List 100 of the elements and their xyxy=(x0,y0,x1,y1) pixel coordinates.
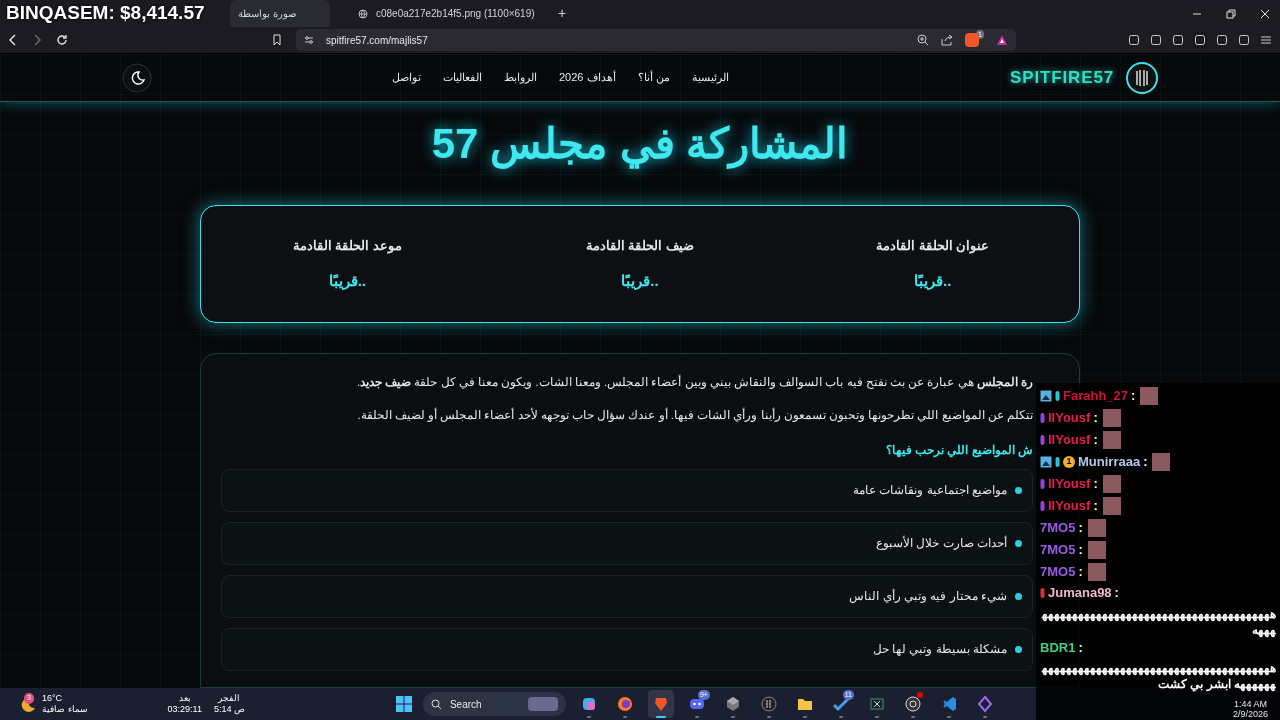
chat-username: Farahh_27 xyxy=(1063,387,1129,406)
sky-text: سماء صافية xyxy=(42,704,88,715)
new-tab-button[interactable]: + xyxy=(550,3,575,24)
chat-username: IIYousf xyxy=(1048,475,1091,494)
chat-colon: : xyxy=(1078,638,1083,657)
back-icon[interactable] xyxy=(8,34,18,46)
pill-badge-icon xyxy=(1040,478,1045,490)
reload-icon[interactable] xyxy=(56,34,68,46)
chat-colon: : xyxy=(1131,387,1136,406)
clock-date: 2/9/2026 xyxy=(1232,709,1268,719)
topic-text: أحداث صارت خلال الأسبوع xyxy=(876,534,1007,552)
chat-message-text: هههههههههههههههههههههههههههههههههههههههههههههه ابشر بي كشت xyxy=(1040,660,1276,692)
emote-picture xyxy=(1102,409,1121,427)
chat-username: 7MO5 xyxy=(1040,519,1076,538)
moon-icon[interactable] xyxy=(122,62,152,93)
chat-colon: : xyxy=(1078,541,1083,560)
coin-badge: 1 xyxy=(1063,456,1075,468)
globe-icon xyxy=(358,8,368,19)
info-value: قريبًا.. xyxy=(914,270,952,292)
site-settings-icon xyxy=(304,35,314,45)
pill-badge-icon xyxy=(1040,434,1045,446)
chat-colon: : xyxy=(1143,453,1148,472)
chat-username: IIYousf xyxy=(1048,409,1091,428)
nav-link[interactable]: الروابط xyxy=(504,69,537,86)
disc-icon xyxy=(759,695,778,713)
chat-colon: : xyxy=(1078,519,1083,538)
prayer-name: بعد xyxy=(178,693,191,704)
chat-colon: : xyxy=(1093,475,1098,494)
prayer-name: الفجر xyxy=(218,693,241,704)
running-indicator xyxy=(874,716,879,718)
emote-picture xyxy=(1102,475,1121,493)
diamond-icon xyxy=(975,695,994,713)
ticket-badge-icon xyxy=(1055,456,1060,468)
topics-heading: ش المواضيع اللي نرحب فيها؟ xyxy=(884,441,1033,459)
info-label: ضيف الحلقة القادمة xyxy=(585,237,695,255)
running-indicator xyxy=(910,716,915,718)
city-picture xyxy=(527,697,558,711)
emote-picture xyxy=(1087,519,1106,537)
chat-username: IIYousf xyxy=(1048,431,1091,450)
bookmark-icon[interactable] xyxy=(272,34,282,46)
search-icon xyxy=(430,698,442,710)
topic-text: مشكلة بسيطة وتبي لها حل xyxy=(872,641,1007,658)
page-title: المشاركة في مجلس 57 xyxy=(431,119,849,171)
chat-colon: : xyxy=(1093,497,1098,516)
emote-picture xyxy=(1102,431,1121,449)
chat-username: Jumana98 xyxy=(1048,584,1112,602)
pill-badge-icon xyxy=(1040,586,1045,599)
emote-picture xyxy=(1140,387,1159,405)
crossed-box-icon xyxy=(867,695,886,713)
picture-badge-icon xyxy=(1040,456,1052,468)
running-indicator xyxy=(802,716,807,718)
pill-badge-icon xyxy=(1040,412,1045,424)
forward-icon[interactable] xyxy=(32,34,42,46)
chat-username: 7MO5 xyxy=(1040,563,1076,582)
topic-text: مواضيع اجتماعية ونقاشات عامة xyxy=(853,482,1007,499)
chat-username: IIYousf xyxy=(1048,497,1091,516)
info-value: قريبًا.. xyxy=(328,270,366,292)
close-icon[interactable] xyxy=(1260,8,1270,19)
info-value: قريبًا.. xyxy=(621,270,659,292)
chat-username: BDR1 xyxy=(1040,638,1076,657)
aperture-icon xyxy=(903,695,922,713)
running-indicator xyxy=(838,716,843,718)
restore-icon[interactable] xyxy=(1226,8,1236,19)
chat-message-text: ههههههههههههههههههههههههههههههههههههههههههه xyxy=(1040,605,1276,638)
nav-link[interactable]: من أنا؟ xyxy=(637,69,670,86)
site-logo-text[interactable]: SPITFIRE57 xyxy=(1010,64,1114,91)
zoom-icon[interactable] xyxy=(917,34,930,46)
nav-link[interactable]: الرئيسية xyxy=(691,69,729,86)
nav-link[interactable]: الفعاليات xyxy=(443,69,482,86)
running-indicator xyxy=(730,716,735,718)
emote-picture xyxy=(1152,453,1171,471)
running-indicator xyxy=(655,716,666,718)
temperature-text: 16°C xyxy=(42,693,64,704)
running-indicator xyxy=(982,716,987,718)
emote-picture xyxy=(1087,563,1106,581)
clock-time: 1:44 AM xyxy=(1233,699,1267,709)
prayer-time: 03:29:11 xyxy=(167,704,202,715)
running-indicator xyxy=(586,716,591,718)
browser-tab[interactable]: صورة بواسطة xyxy=(230,0,330,27)
share-icon[interactable] xyxy=(941,34,954,46)
fox-globe-icon xyxy=(615,695,634,713)
browser-tab[interactable]: c08e0a217e2b14f5.png (1100×619) xyxy=(350,0,550,27)
running-indicator xyxy=(622,716,627,718)
stream-balance-label: BINQASEM: $8,414.57 xyxy=(5,1,206,26)
search-field[interactable]: Search xyxy=(422,692,566,716)
taskbar-app-button[interactable] xyxy=(647,690,674,718)
info-label: موعد الحلقة القادمة xyxy=(292,237,402,256)
intro-paragraph: تتكلم عن المواضيع اللي تطرحونها وتحبون تسمعون رأينا ورأي الشات فيها. أو عندك سؤال حاب توجهه لأحد أعضاء المجلس أو لضيف الحلقة. xyxy=(356,407,1033,424)
menu-icon[interactable] xyxy=(1260,34,1272,46)
triangle-icon[interactable] xyxy=(996,34,1008,46)
chat-username: 7MO5 xyxy=(1040,541,1076,560)
windows-start-icon[interactable] xyxy=(394,695,413,713)
running-indicator xyxy=(694,716,699,718)
nav-link[interactable]: تواصل xyxy=(392,69,421,86)
emblem-icon xyxy=(1126,61,1158,94)
chat-colon: : xyxy=(1114,584,1119,602)
topic-text: شيء محتار فيه وتبي رأي الناس xyxy=(849,588,1007,605)
nav-link[interactable]: أهداف 2026 xyxy=(559,69,616,86)
emote-picture xyxy=(1087,541,1106,559)
chat-username: Munirraaa xyxy=(1078,453,1141,472)
